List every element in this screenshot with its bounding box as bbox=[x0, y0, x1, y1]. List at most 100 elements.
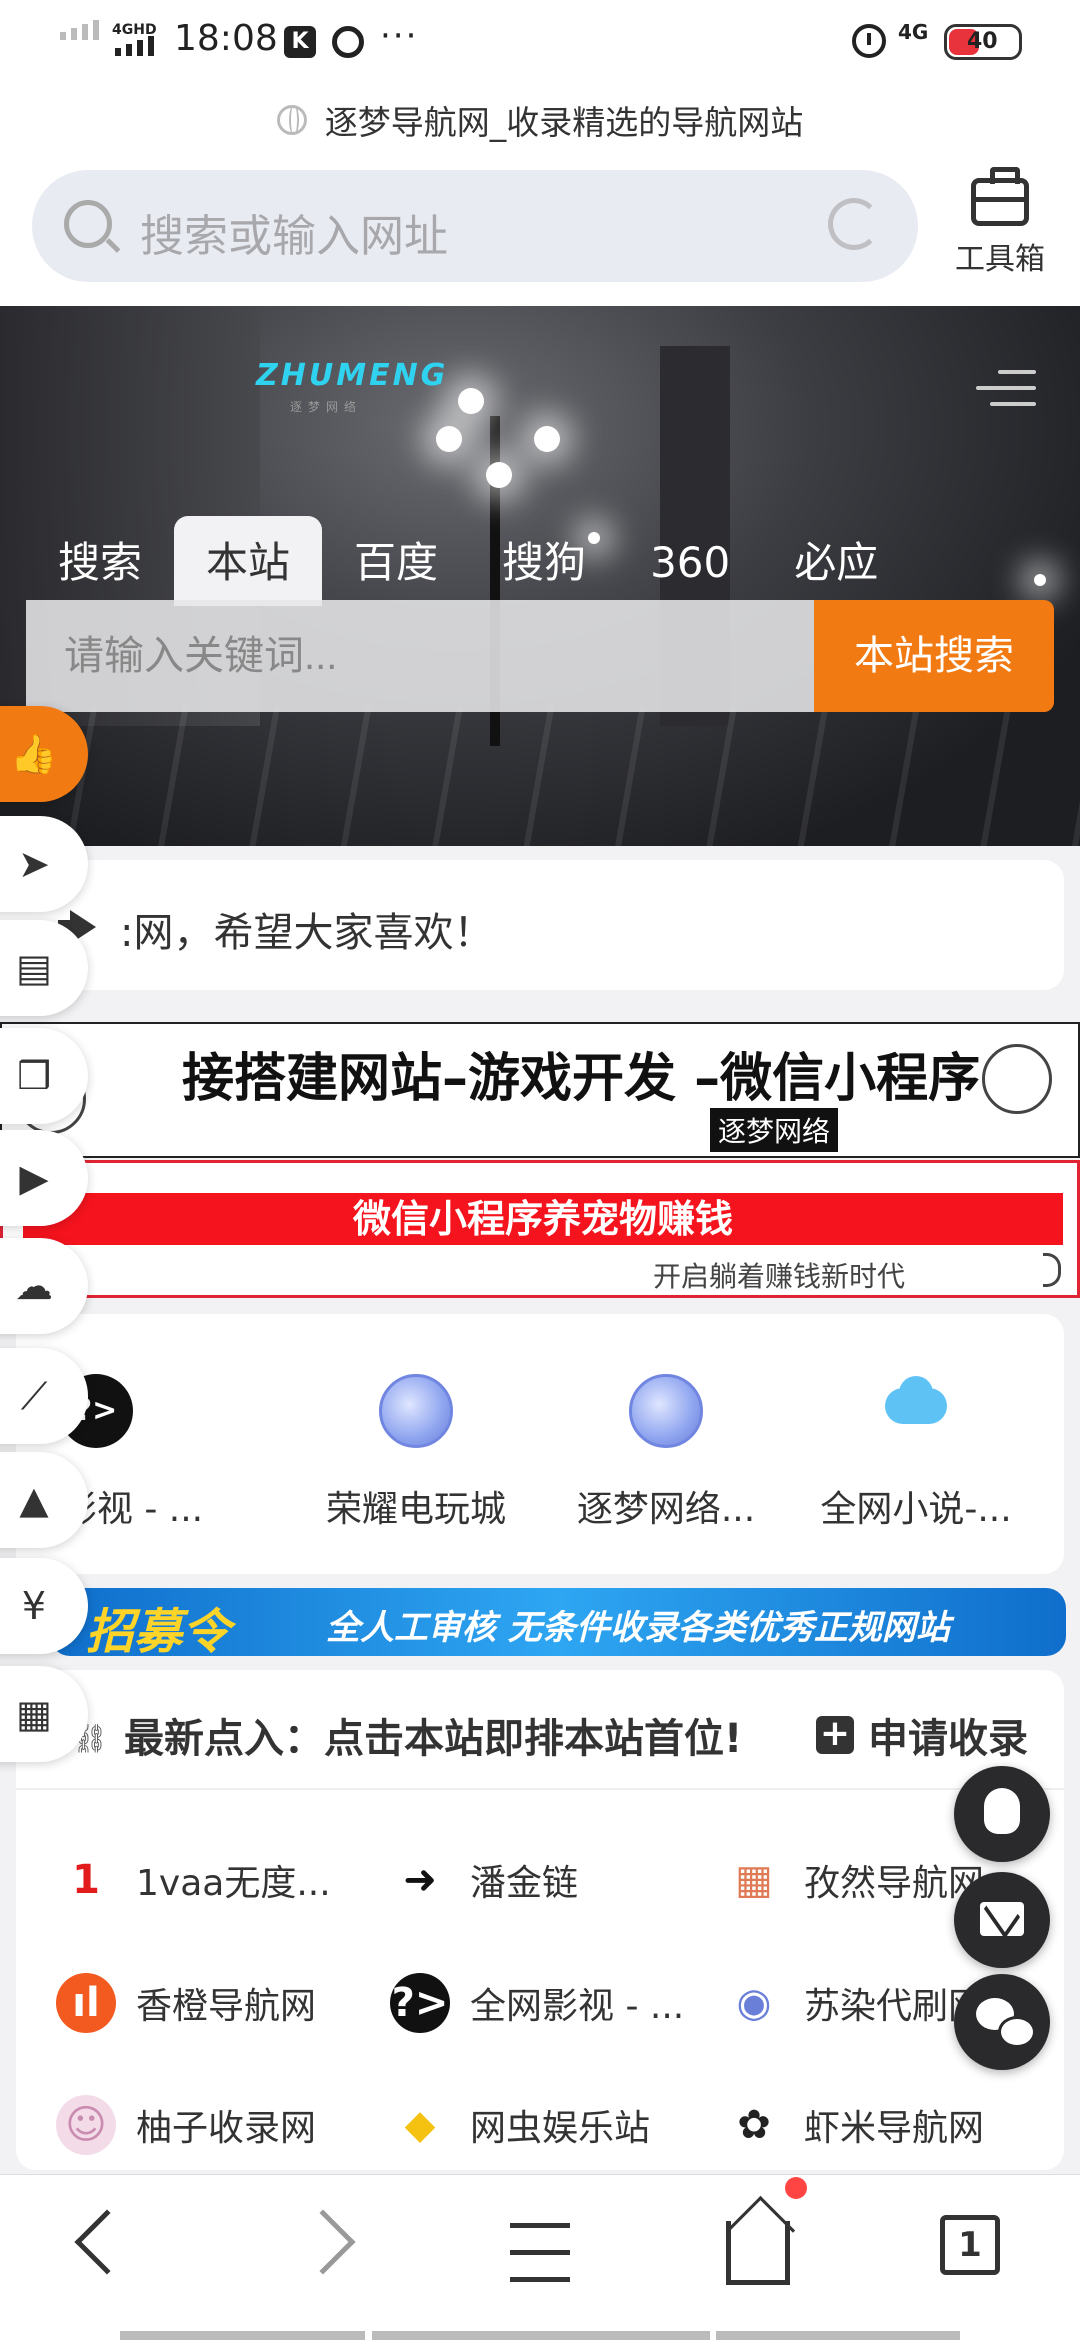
latest-link-name: 1vaa无度... bbox=[136, 1863, 331, 1904]
latest-link-item[interactable]: ıl 香橙导航网 bbox=[56, 1968, 376, 2038]
latest-link-name: 香橙导航网 bbox=[136, 1986, 317, 2027]
apply-listing-button[interactable]: + 申请收录 bbox=[816, 1706, 1028, 1764]
battery-level: 40 bbox=[967, 29, 998, 54]
globe-icon bbox=[629, 1374, 703, 1448]
grid-icon: ▦ bbox=[16, 1692, 52, 1736]
hot-site-item[interactable]: 逐梦网络... bbox=[546, 1374, 786, 1532]
bunny-illustration bbox=[982, 1044, 1052, 1114]
lamp-light bbox=[1034, 574, 1046, 586]
lte-indicator: 4G bbox=[898, 20, 929, 44]
tab-site[interactable]: 本站 bbox=[174, 516, 323, 606]
latest-link-item[interactable]: ➜ 潘金链 bbox=[390, 1845, 710, 1915]
tab-baidu[interactable]: 百度 bbox=[322, 516, 470, 606]
site-logo-icon: ıl bbox=[56, 1973, 116, 2033]
gesture-handle bbox=[716, 2331, 960, 2340]
forward-icon[interactable] bbox=[290, 2209, 356, 2275]
reload-icon[interactable] bbox=[828, 198, 880, 250]
lamp-light bbox=[486, 462, 512, 488]
home-icon[interactable] bbox=[726, 2177, 807, 2285]
tab-sogou[interactable]: 搜狗 bbox=[470, 516, 618, 606]
site-logo-icon: ◆ bbox=[390, 2095, 450, 2155]
notice-text: :网，希望大家喜欢！ bbox=[120, 910, 494, 956]
site-logo[interactable]: ZHUMENG bbox=[256, 358, 448, 393]
latest-link-name: 网虫娱乐站 bbox=[470, 2108, 651, 2149]
alarm-icon bbox=[852, 24, 886, 58]
hot-site-name: 荣耀电玩城 bbox=[325, 1489, 506, 1530]
hot-site-item[interactable]: 全网小说-... bbox=[796, 1374, 1036, 1532]
search-icon bbox=[64, 200, 112, 248]
globe-icon bbox=[276, 105, 307, 135]
menu-icon[interactable] bbox=[510, 2223, 570, 2304]
site-logo-icon: ☺ bbox=[56, 2095, 116, 2155]
site-logo-icon: ◉ bbox=[724, 1973, 784, 2033]
latest-link-name: 孜然导航网 bbox=[804, 1863, 985, 1904]
latest-link-name: 全网影视 - ... bbox=[470, 1986, 685, 2027]
pet-miniprogram-banner[interactable]: 微信小程序养宠物赚钱 开启躺着赚钱新时代 bbox=[0, 1160, 1080, 1298]
search-engine-tabs: 搜索 本站 百度 搜狗 360 必应 bbox=[26, 516, 910, 606]
video-icon: ▶ bbox=[19, 1156, 49, 1200]
hook-icon bbox=[1043, 1253, 1061, 1287]
pet-banner-subtitle: 开启躺着赚钱新时代 bbox=[653, 1260, 906, 1293]
mail-icon[interactable] bbox=[954, 1872, 1050, 1968]
tab-bing[interactable]: 必应 bbox=[762, 516, 910, 606]
lamp-light bbox=[436, 426, 462, 452]
gesture-handle bbox=[372, 2331, 710, 2340]
browser-address-bar[interactable]: 搜索或输入网址 bbox=[32, 170, 918, 282]
latest-header: ⛓ 最新点入：点击本站即排本站首位! + 申请收录 bbox=[16, 1670, 1064, 1790]
back-icon[interactable] bbox=[74, 2209, 140, 2275]
site-search-input[interactable] bbox=[26, 600, 814, 712]
browser-bottom-nav: 1 bbox=[0, 2174, 1080, 2340]
tab-search[interactable]: 搜索 bbox=[26, 516, 174, 606]
dev-banner-tag: 逐梦网络 bbox=[710, 1108, 839, 1152]
browser-toolbar: 搜索或输入网址 工具箱 bbox=[0, 156, 1080, 306]
cubes-icon: ❒ bbox=[16, 1054, 52, 1098]
hot-site-item[interactable]: 荣耀电玩城 bbox=[296, 1374, 536, 1532]
latest-links-card: ⛓ 最新点入：点击本站即排本站首位! + 申请收录 1 1vaa无度... ➜ 潘金链… bbox=[16, 1670, 1064, 2170]
recruit-message: 全人工审核 无条件收录各类优秀正规网站 bbox=[326, 1608, 950, 1648]
hot-site-name: 逐梦网络... bbox=[576, 1489, 756, 1530]
hero-banner: ZHUMENG 逐梦网络 搜索 本站 百度 搜狗 360 必应 本站搜索 bbox=[0, 306, 1080, 846]
dev-services-banner[interactable]: 接搭建网站–游戏开发 –微信小程序 逐梦网络 bbox=[0, 1022, 1080, 1158]
latest-link-name: 虾米导航网 bbox=[804, 2108, 985, 2149]
latest-link-item[interactable]: ☺ 柚子收录网 bbox=[56, 2090, 376, 2160]
lamp-light bbox=[534, 426, 560, 452]
qq-icon[interactable] bbox=[954, 1766, 1050, 1862]
recruit-title: 招募令 bbox=[86, 1604, 231, 1656]
toolbox-button[interactable]: 工具箱 bbox=[940, 167, 1060, 278]
wechat-icon[interactable] bbox=[954, 1974, 1050, 2070]
side-toolbar-button[interactable]: ▤ bbox=[0, 920, 88, 1016]
gesture-handle bbox=[120, 2331, 365, 2340]
latest-link-name: 柚子收录网 bbox=[136, 2108, 317, 2149]
globe-icon bbox=[379, 1374, 453, 1448]
q-app-icon bbox=[332, 26, 364, 58]
latest-link-item[interactable]: ?> 全网影视 - ... bbox=[390, 1968, 710, 2038]
hamburger-menu-icon[interactable] bbox=[976, 370, 1036, 418]
chart-icon: ⟋ bbox=[20, 1374, 48, 1418]
site-logo-icon: 1 bbox=[56, 1850, 116, 1910]
site-search-button[interactable]: 本站搜索 bbox=[814, 600, 1054, 712]
tab-360[interactable]: 360 bbox=[618, 516, 762, 606]
battery-icon: 40 bbox=[944, 24, 1022, 60]
page-title-bar[interactable]: 逐梦导航网_收录精选的导航网站 bbox=[0, 84, 1080, 156]
notification-dot bbox=[785, 2177, 807, 2199]
plus-icon: + bbox=[816, 1716, 854, 1754]
latest-link-item[interactable]: ✿ 虾米导航网 bbox=[724, 2090, 1044, 2160]
recruit-banner[interactable]: 招募令 全人工审核 无条件收录各类优秀正规网站 bbox=[50, 1588, 1066, 1656]
paper-plane-icon: ➤ bbox=[18, 842, 50, 886]
latest-link-item[interactable]: 1 1vaa无度... bbox=[56, 1845, 376, 1915]
site-logo-subtitle: 逐梦网络 bbox=[290, 400, 363, 414]
toolbox-label: 工具箱 bbox=[955, 242, 1045, 277]
notice-bar: :网，希望大家喜欢！ bbox=[0, 860, 1064, 990]
site-logo-icon: ✿ bbox=[724, 2095, 784, 2155]
graduation-cap-icon: ▲ bbox=[19, 1478, 49, 1522]
latest-link-item[interactable]: ◆ 网虫娱乐站 bbox=[390, 2090, 710, 2160]
tabs-count-button[interactable]: 1 bbox=[940, 2215, 1000, 2275]
site-logo-icon: ?> bbox=[390, 1973, 450, 2033]
hot-sites-card: ?> 全网影视 - ... 荣耀电玩城 逐梦网络... 全网小说-... bbox=[0, 1314, 1064, 1574]
k-app-icon: K bbox=[284, 26, 316, 58]
site-logo-icon: ▦ bbox=[724, 1850, 784, 1910]
signal-strength-icon-1 bbox=[60, 20, 99, 40]
yen-icon: ¥ bbox=[21, 1584, 47, 1628]
latest-title: 最新点入：点击本站即排本站首位! bbox=[124, 1716, 743, 1762]
toolbox-icon bbox=[971, 167, 1029, 226]
